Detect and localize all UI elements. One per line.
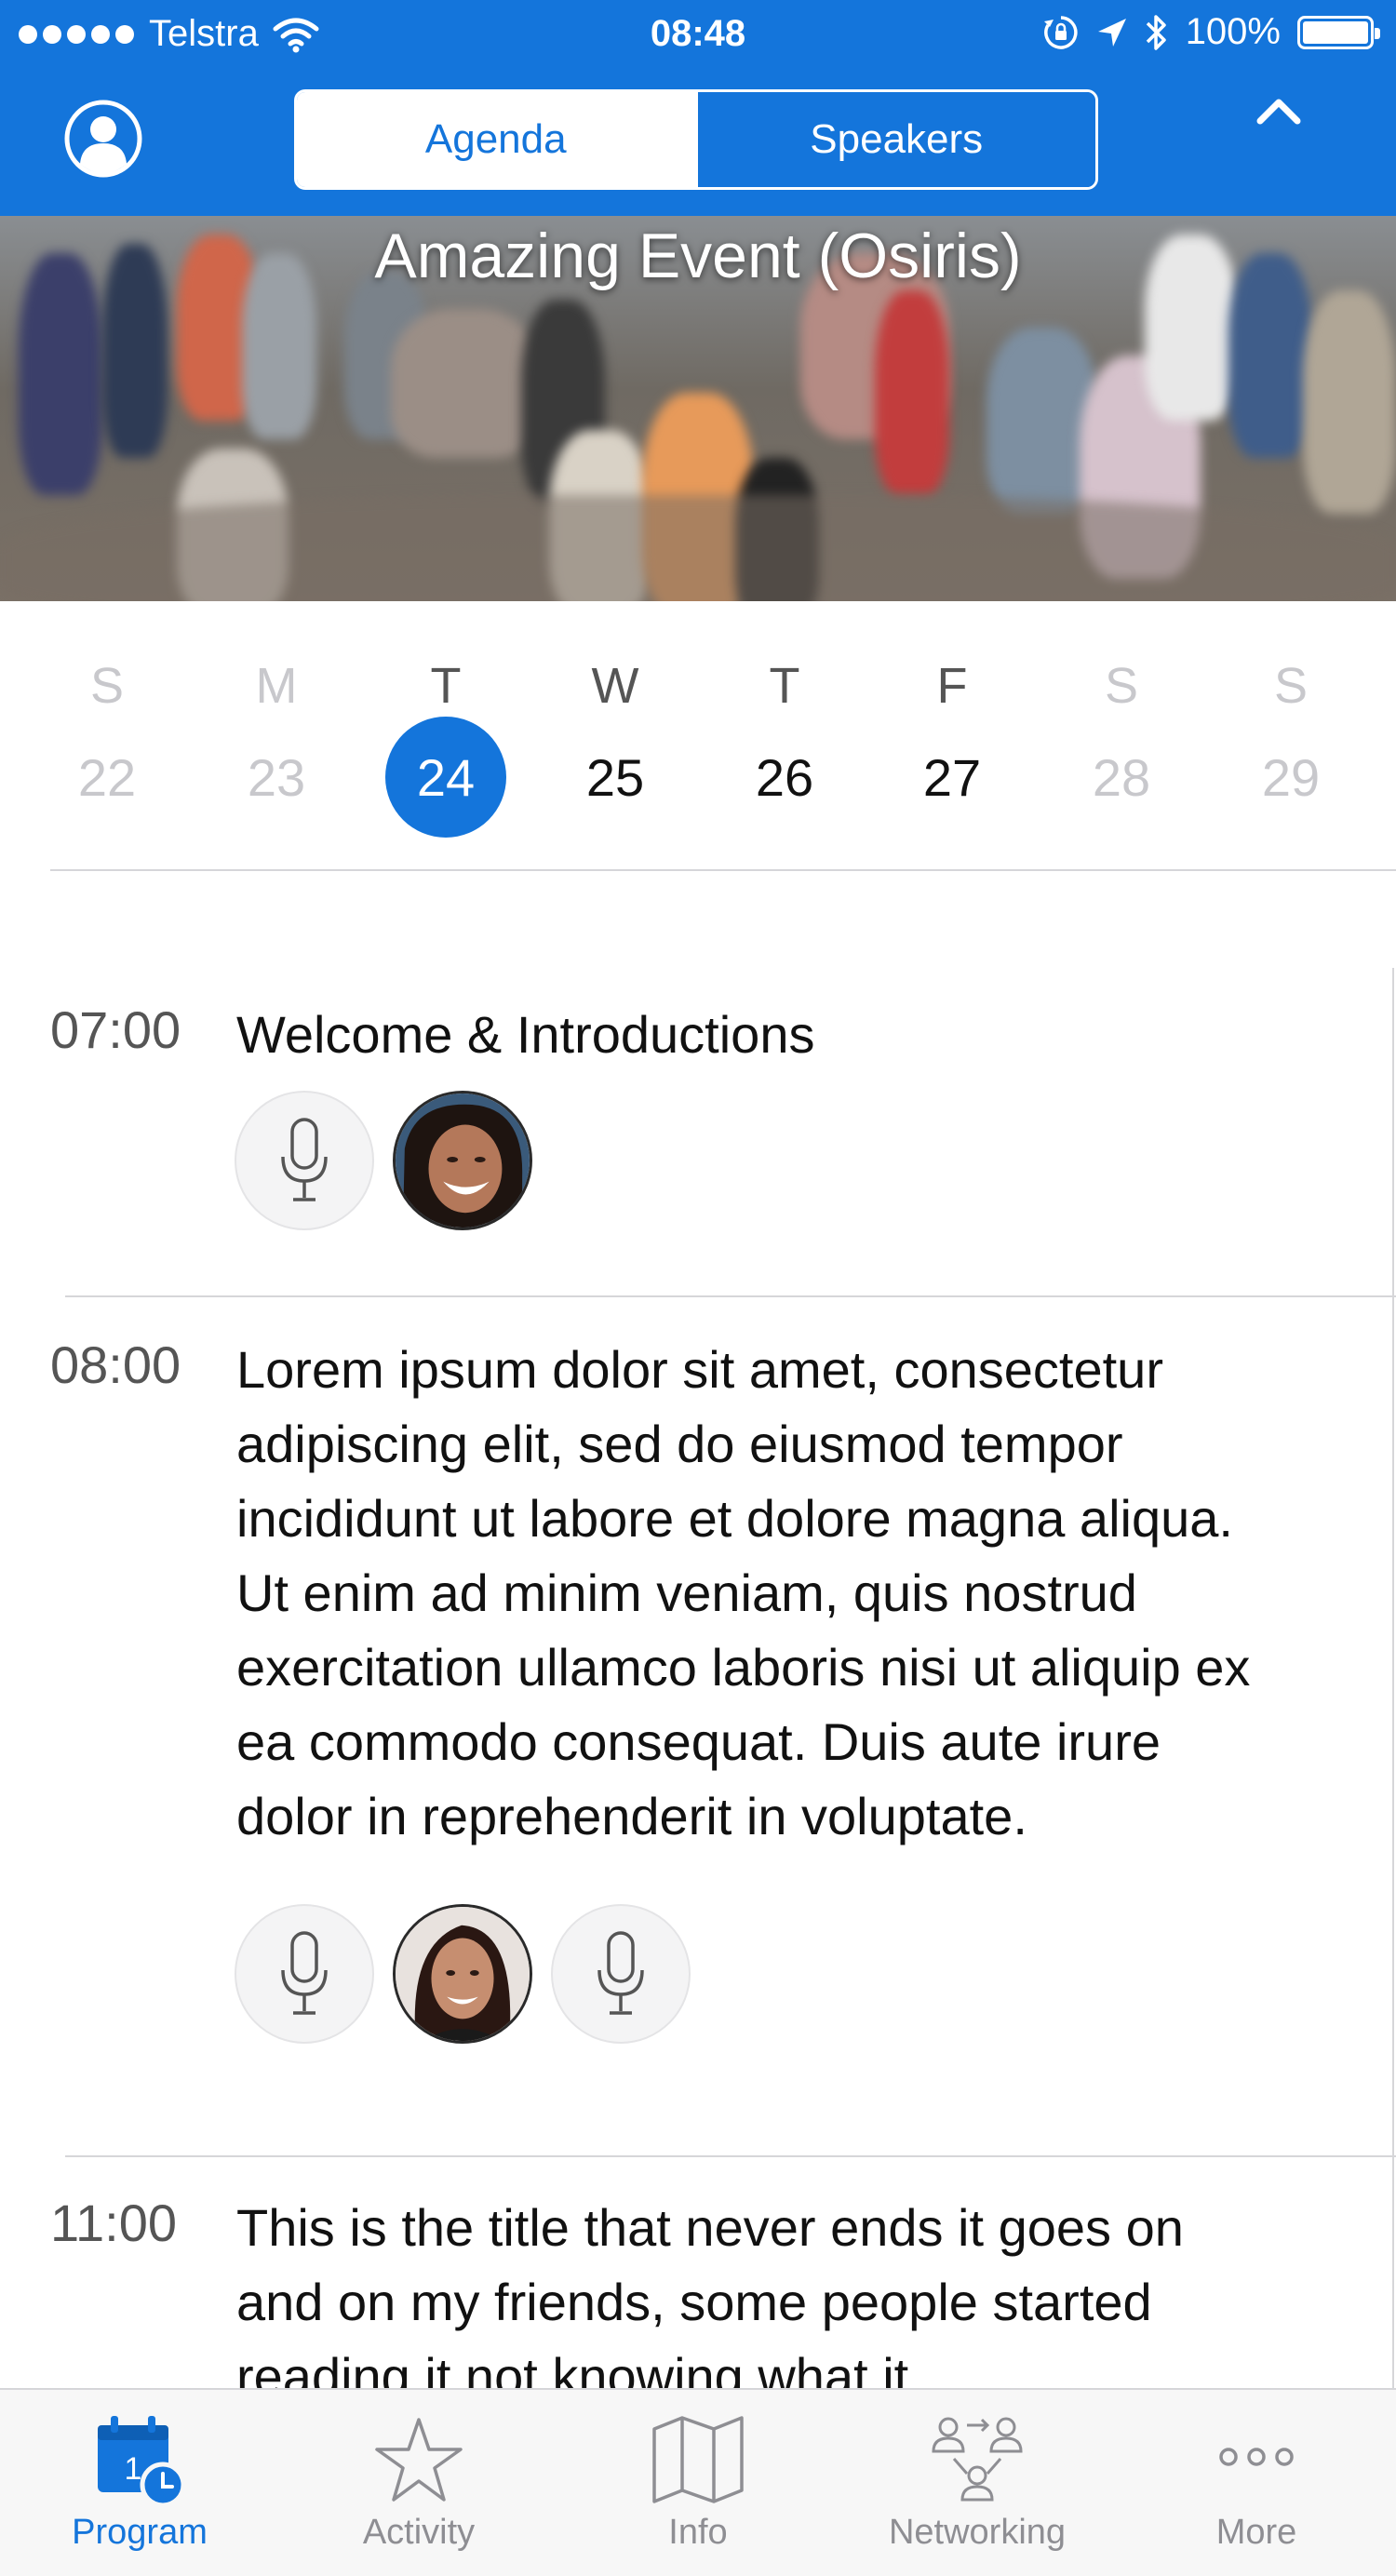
day-number: 29 <box>1261 747 1321 807</box>
speaker-photo-image <box>396 1907 530 2041</box>
tab-info[interactable]: Info <box>558 2390 838 2576</box>
tab-more[interactable]: More <box>1117 2390 1396 2576</box>
microphone-icon <box>281 1931 328 2015</box>
day-number: 25 <box>585 747 645 807</box>
battery-percent: 100% <box>1185 11 1281 52</box>
status-right: 100% <box>1042 11 1380 53</box>
day-number: 27 <box>922 747 982 807</box>
tab-label: More <box>1215 2513 1297 2552</box>
tab-label: Info <box>668 2513 728 2552</box>
segment-agenda[interactable]: Agenda <box>297 92 695 187</box>
speaker-placeholder[interactable] <box>235 1904 374 2044</box>
tab-program[interactable]: 1 Program <box>0 2390 279 2576</box>
bluetooth-icon <box>1146 14 1166 50</box>
map-icon <box>647 2408 749 2511</box>
day-number: 24 <box>385 717 506 838</box>
tab-label: Networking <box>888 2513 1067 2552</box>
session-speakers <box>235 1904 691 2044</box>
location-arrow-icon <box>1097 18 1126 47</box>
segment-speakers[interactable]: Speakers <box>694 92 1095 187</box>
rotation-lock-icon <box>1043 15 1078 49</box>
speaker-placeholder[interactable] <box>551 1904 691 2044</box>
session-title: Welcome & Introductions <box>236 1005 815 1064</box>
event-title: Amazing Event (Osiris) <box>374 221 1022 291</box>
tab-bar: 1 Program Activity Info Networking More <box>0 2388 1396 2576</box>
day-letter: T <box>769 658 800 714</box>
nav-bar: Agenda Speakers <box>0 67 1396 216</box>
speaker-photo-image <box>396 1093 530 1228</box>
session-title: This is the title that never ends it goe… <box>236 2198 1184 2388</box>
tab-label: Program <box>72 2513 208 2552</box>
session-time: 08:00 <box>50 1335 181 1394</box>
session-time: 11:00 <box>50 2194 177 2252</box>
star-icon <box>368 2408 470 2511</box>
collapse-header-button[interactable] <box>1253 86 1305 138</box>
day-number: 22 <box>77 747 137 807</box>
day-number: 28 <box>1092 747 1151 807</box>
day-letter: S <box>89 658 125 714</box>
svg-text:1: 1 <box>125 2451 142 2487</box>
profile-button[interactable] <box>63 99 143 179</box>
day-picker: S 22 M 23 T 24 W 25 T 26 F 27 S 28 S 29 <box>0 601 1396 871</box>
microphone-icon <box>597 1931 644 2015</box>
session-speakers <box>235 1091 532 1230</box>
status-bar: Telstra 08:48 100% <box>0 0 1396 67</box>
tab-activity[interactable]: Activity <box>279 2390 558 2576</box>
battery-icon <box>1297 15 1380 49</box>
session-divider <box>65 1295 1396 1297</box>
networking-icon <box>926 2408 1028 2511</box>
speaker-avatar[interactable] <box>393 1091 532 1230</box>
day-letter: S <box>1104 658 1139 714</box>
session-title: Lorem ipsum dolor sit amet, consectetur … <box>236 1340 1251 1845</box>
agenda-list[interactable]: 07:00 Welcome & Introductions 08:00 Lore… <box>0 871 1396 2388</box>
day-number: 23 <box>247 747 306 807</box>
calendar-clock-icon: 1 <box>88 2408 191 2511</box>
day-letter: W <box>591 658 639 714</box>
day-number: 26 <box>755 747 814 807</box>
tab-networking[interactable]: Networking <box>838 2390 1117 2576</box>
day-letter: M <box>255 658 298 714</box>
day-letter: S <box>1273 658 1309 714</box>
day-letter: F <box>936 658 968 714</box>
agenda-speakers-segmented-control: Agenda Speakers <box>294 89 1098 190</box>
day-letter: T <box>430 658 462 714</box>
scroll-track <box>1392 968 1394 2388</box>
session-time: 07:00 <box>50 1000 181 1059</box>
more-dots-icon <box>1205 2408 1308 2511</box>
speaker-placeholder[interactable] <box>235 1091 374 1230</box>
speaker-avatar[interactable] <box>393 1904 532 2044</box>
microphone-icon <box>281 1118 328 1201</box>
chevron-up-icon <box>1256 99 1301 125</box>
tab-label: Activity <box>362 2513 476 2552</box>
session-divider <box>65 2155 1396 2157</box>
event-banner: Amazing Event (Osiris) <box>0 216 1396 601</box>
user-profile-icon <box>64 100 142 178</box>
